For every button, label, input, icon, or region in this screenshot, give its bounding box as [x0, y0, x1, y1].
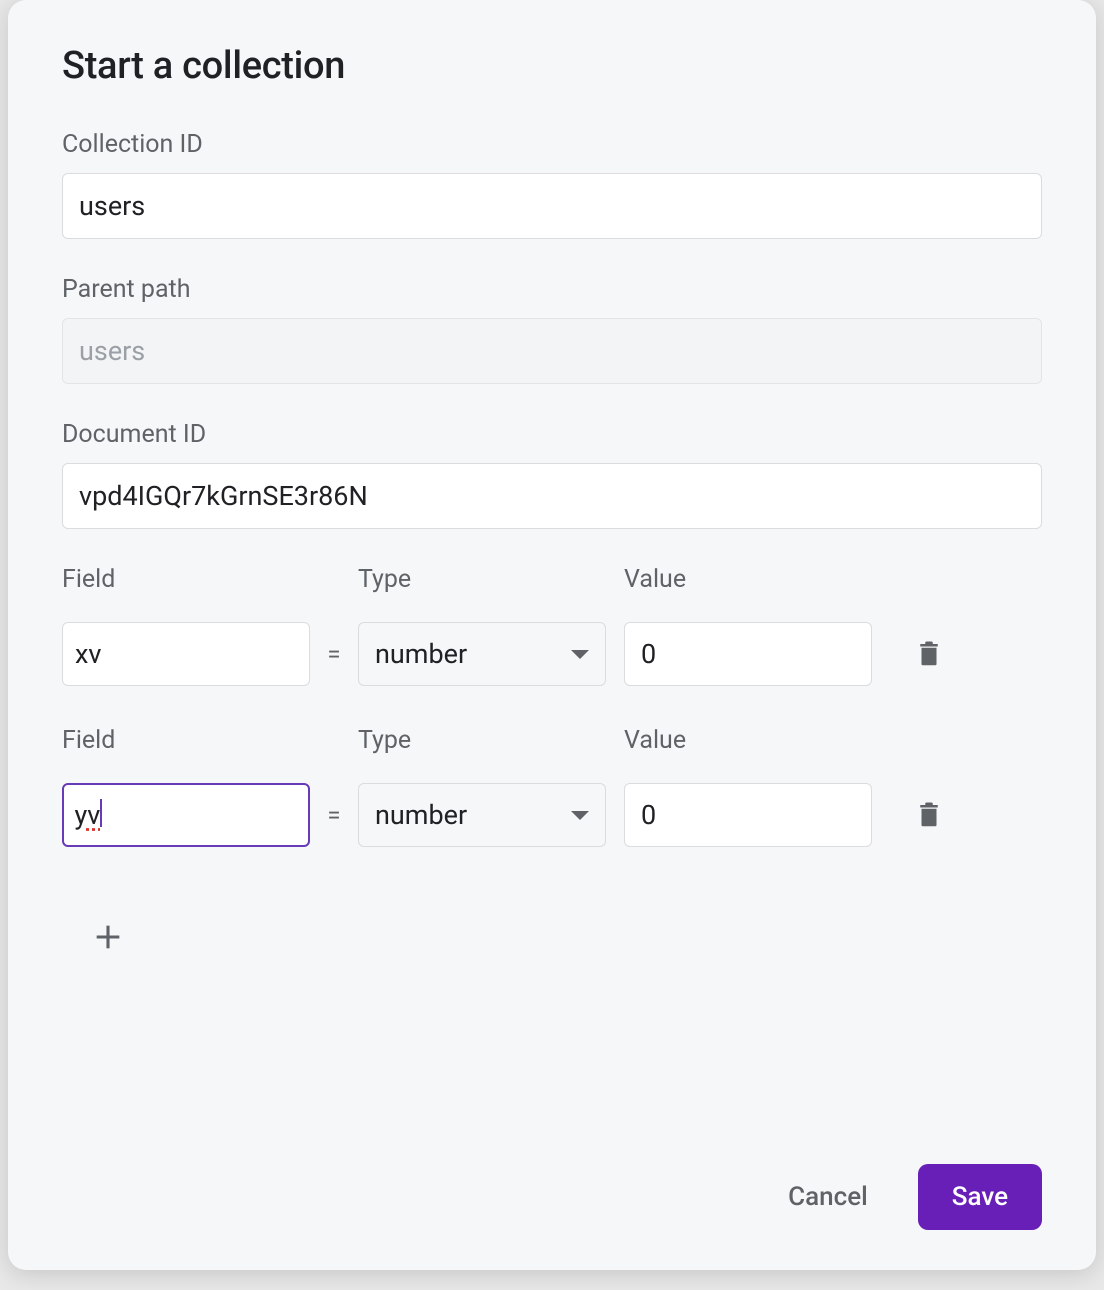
equals-symbol: = [310, 801, 358, 829]
trash-icon[interactable] [914, 798, 944, 832]
collection-id-label: Collection ID [62, 130, 1042, 159]
field-type-select[interactable]: number [358, 783, 606, 847]
field-value-input[interactable] [624, 622, 872, 686]
field-name-input[interactable] [62, 622, 310, 686]
field-type-select[interactable]: number [358, 622, 606, 686]
equals-symbol: = [310, 640, 358, 668]
field-name-label: Field [62, 565, 310, 594]
document-id-group: Document ID [62, 420, 1042, 529]
field-name-label: Field [62, 726, 310, 755]
field-type-label: Type [358, 565, 606, 594]
parent-path-label: Parent path [62, 275, 1042, 304]
field-value-label: Value [624, 565, 872, 594]
field-header-row: Field Type Value [62, 565, 1042, 608]
document-id-input[interactable] [62, 463, 1042, 529]
field-value-input[interactable] [624, 783, 872, 847]
chevron-down-icon [571, 811, 589, 820]
parent-path-input [62, 318, 1042, 384]
field-input-row: yv = number [62, 783, 872, 847]
text-cursor [100, 799, 102, 827]
field-type-value: number [375, 799, 467, 831]
save-button[interactable]: Save [918, 1164, 1042, 1230]
plus-icon [91, 920, 125, 954]
document-id-label: Document ID [62, 420, 1042, 449]
add-field-button[interactable] [76, 905, 140, 969]
chevron-down-icon [571, 650, 589, 659]
field-value-label: Value [624, 726, 872, 755]
field-type-value: number [375, 638, 467, 670]
cancel-button[interactable]: Cancel [768, 1168, 888, 1226]
trash-icon[interactable] [914, 637, 944, 671]
parent-path-group: Parent path [62, 275, 1042, 384]
collection-id-input[interactable] [62, 173, 1042, 239]
field-type-label: Type [358, 726, 606, 755]
dialog-title: Start a collection [62, 44, 1042, 88]
collection-id-group: Collection ID [62, 130, 1042, 239]
field-input-row: = number [62, 622, 872, 686]
field-name-input[interactable]: yv [62, 783, 310, 847]
field-row: Field Type Value yv = number [62, 726, 1042, 847]
dialog-actions: Cancel Save [62, 1164, 1042, 1230]
start-collection-dialog: Start a collection Collection ID Parent … [8, 0, 1096, 1270]
field-row: Field Type Value = number [62, 565, 1042, 686]
field-name-value: yv [75, 799, 101, 831]
field-header-row: Field Type Value [62, 726, 1042, 769]
